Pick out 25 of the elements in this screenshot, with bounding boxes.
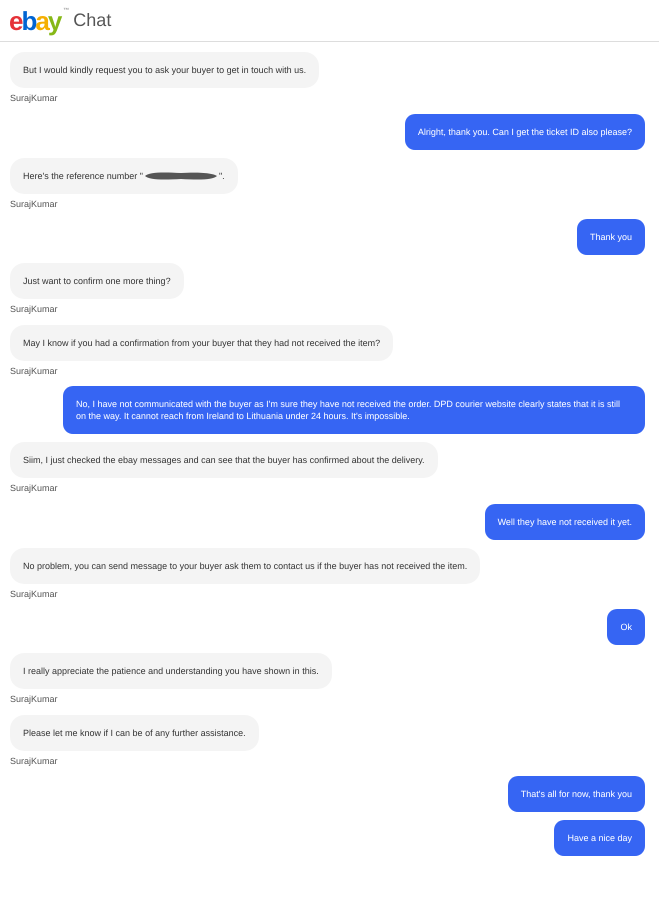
message-bubble: That's all for now, thank you [508, 776, 645, 812]
message-bubble: No, I have not communicated with the buyer as I'm sure they have not received the order. DPD courier website clearly states that it is still on the way. It cannot reach from Ireland to Lithuania under 24 hours. It's impossible. [63, 386, 645, 434]
message-text: Just want to confirm one more thing? [23, 276, 171, 286]
message-text: Please let me know if I can be of any further assistance. [23, 728, 246, 738]
sender-name: SurajKumar [10, 693, 58, 706]
window-title: Chat [73, 9, 112, 32]
message-text: I really appreciate the patience and understanding you have shown in this. [23, 666, 319, 676]
sender-name: SurajKumar [10, 303, 58, 316]
message-text: No problem, you can send message to your buyer ask them to contact us if the buyer has not received the item. [23, 560, 468, 570]
message-bubble: Thank you [576, 219, 645, 255]
sender-name: SurajKumar [10, 92, 58, 105]
sender-name: SurajKumar [10, 754, 58, 768]
sender-name: SurajKumar [10, 588, 58, 601]
sender-name: SurajKumar [10, 364, 58, 378]
message-bubble: Ok [607, 609, 645, 645]
message-bubble: Well they have not received it yet. [484, 504, 645, 540]
message-text: But I would kindly request you to ask your buyer to get in touch with us. [23, 65, 306, 75]
message-bubble: Alright, thank you. Can I get the ticket ID also please? [404, 114, 645, 150]
message-text: May I know if you had a confirmation from your buyer that they had not received the item? [23, 338, 380, 348]
sender-name: SurajKumar [10, 482, 58, 495]
sender-name: SurajKumar [10, 198, 58, 211]
message-text: Here's the reference number " [23, 170, 143, 180]
message-text: ". [218, 170, 225, 180]
message-bubble: Have a nice day [554, 820, 645, 856]
message-text: Siim, I just checked the ebay messages and can see that the buyer has confirmed about the delivery. [23, 455, 425, 465]
